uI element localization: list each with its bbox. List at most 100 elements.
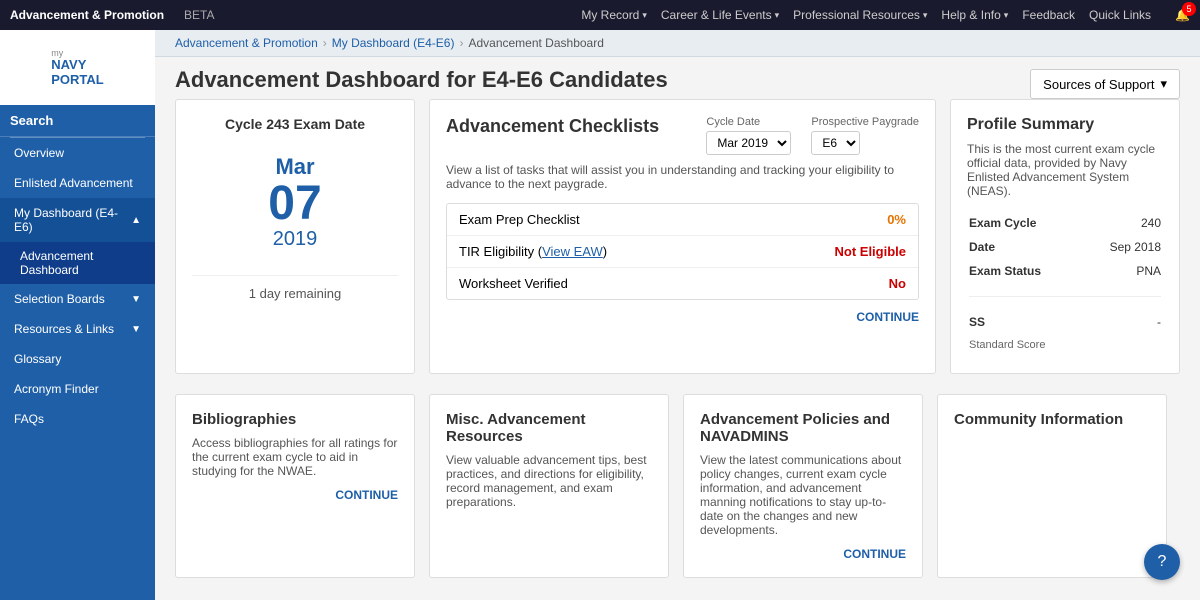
- checklist-row-exam-prep: Exam Prep Checklist 0%: [447, 204, 918, 236]
- breadcrumb-sep-2: ›: [459, 36, 463, 50]
- nav-page-title: Advancement & Promotion: [10, 8, 164, 22]
- cycle-date-title: Cycle 243 Exam Date: [192, 116, 398, 132]
- breadcrumb-dashboard[interactable]: My Dashboard (E4-E6): [332, 36, 455, 50]
- profile-row-standard-score: Standard Score: [969, 335, 1161, 355]
- nav-policies-title: Advancement Policies and NAVADMINS: [700, 411, 906, 445]
- profile-label-date: Date: [969, 236, 1083, 258]
- profile-row-ss: SS -: [969, 311, 1161, 333]
- misc-desc: View valuable advancement tips, best pra…: [446, 453, 652, 509]
- main-layout: my NAVYPORTAL Search Overview Enlisted A…: [0, 30, 1200, 600]
- checklists-title: Advancement Checklists: [446, 116, 659, 137]
- checklists-header: Advancement Checklists Cycle Date Mar 20…: [446, 116, 919, 155]
- breadcrumb: Advancement & Promotion › My Dashboard (…: [155, 30, 1200, 57]
- breadcrumb-sep-1: ›: [323, 36, 327, 50]
- float-action-button[interactable]: ?: [1144, 544, 1180, 580]
- sidebar-item-faqs[interactable]: FAQs: [0, 404, 155, 434]
- checklists-card: Advancement Checklists Cycle Date Mar 20…: [429, 99, 936, 374]
- breadcrumb-advancement[interactable]: Advancement & Promotion: [175, 36, 318, 50]
- nav-policies-card: Advancement Policies and NAVADMINS View …: [683, 394, 923, 578]
- nav-quick-links[interactable]: Quick Links: [1089, 8, 1151, 22]
- paygrade-label: Prospective Paygrade: [811, 116, 919, 128]
- profile-card: Profile Summary This is the most current…: [950, 99, 1180, 374]
- checklist-table: Exam Prep Checklist 0% TIR Eligibility (…: [446, 203, 919, 300]
- profile-row-exam-cycle: Exam Cycle 240: [969, 212, 1161, 234]
- paygrade-select[interactable]: E6: [811, 131, 860, 155]
- notification-count: 5: [1182, 2, 1196, 16]
- checklist-label-tir: TIR Eligibility (View EAW): [459, 244, 607, 259]
- sidebar-item-enlisted-advancement[interactable]: Enlisted Advancement: [0, 168, 155, 198]
- breadcrumb-current: Advancement Dashboard: [468, 36, 603, 50]
- nav-my-record[interactable]: My Record ▾: [581, 8, 647, 22]
- checklist-status-tir: Not Eligible: [835, 244, 907, 259]
- nav-feedback[interactable]: Feedback: [1022, 8, 1075, 22]
- sidebar-search-section: Search: [0, 105, 155, 137]
- sidebar-item-my-dashboard[interactable]: My Dashboard (E4-E6) ▲: [0, 198, 155, 242]
- sidebar-item-overview[interactable]: Overview: [0, 138, 155, 168]
- profile-label-exam-status: Exam Status: [969, 260, 1083, 282]
- profile-value-ss: -: [1085, 311, 1161, 333]
- nav-help-info[interactable]: Help & Info ▾: [941, 8, 1008, 22]
- cycle-date-card: Cycle 243 Exam Date Mar 07 2019 1 day re…: [175, 99, 415, 374]
- logo-navy-portal: NAVYPORTAL: [51, 58, 103, 87]
- misc-title: Misc. Advancement Resources: [446, 411, 652, 445]
- profile-desc: This is the most current exam cycle offi…: [967, 142, 1163, 198]
- top-navigation: Advancement & Promotion BETA My Record ▾…: [0, 0, 1200, 30]
- profile-value-exam-status: PNA: [1085, 260, 1161, 282]
- profile-title: Profile Summary: [967, 116, 1163, 134]
- chevron-down-icon: ▼: [131, 324, 141, 335]
- sidebar-logo: my NAVYPORTAL: [0, 30, 155, 105]
- cycle-date-year: 2019: [192, 228, 398, 251]
- profile-value-date: Sep 2018: [1085, 236, 1161, 258]
- sources-of-support-button[interactable]: Sources of Support ▾: [1030, 69, 1180, 99]
- question-icon: ?: [1158, 553, 1167, 571]
- notifications-bell[interactable]: 🔔 5: [1175, 8, 1190, 22]
- profile-row-date: Date Sep 2018: [969, 236, 1161, 258]
- nav-links: My Record ▾ Career & Life Events ▾ Profe…: [581, 8, 1190, 22]
- checklist-status-worksheet: No: [889, 276, 906, 291]
- sidebar-item-acronym-finder[interactable]: Acronym Finder: [0, 374, 155, 404]
- nav-career-life[interactable]: Career & Life Events ▾: [661, 8, 779, 22]
- beta-badge: BETA: [184, 8, 214, 22]
- view-eaw-link[interactable]: View EAW: [542, 244, 603, 259]
- community-title: Community Information: [954, 411, 1150, 428]
- nav-policies-desc: View the latest communications about pol…: [700, 453, 906, 537]
- sidebar-item-advancement-dashboard[interactable]: Advancement Dashboard: [0, 242, 155, 284]
- profile-label-ss: SS: [969, 311, 1083, 333]
- sidebar: my NAVYPORTAL Search Overview Enlisted A…: [0, 30, 155, 600]
- chevron-down-icon: ▼: [131, 294, 141, 305]
- chevron-down-icon: ▾: [923, 10, 928, 21]
- dashboard-top-grid: Cycle 243 Exam Date Mar 07 2019 1 day re…: [155, 99, 1200, 394]
- chevron-up-icon: ▲: [131, 215, 141, 226]
- profile-row-exam-status: Exam Status PNA: [969, 260, 1161, 282]
- sidebar-item-glossary[interactable]: Glossary: [0, 344, 155, 374]
- checklist-row-tir: TIR Eligibility (View EAW) Not Eligible: [447, 236, 918, 268]
- misc-resources-card: Misc. Advancement Resources View valuabl…: [429, 394, 669, 578]
- sidebar-item-selection-boards[interactable]: Selection Boards ▼: [0, 284, 155, 314]
- cycle-selectors: Cycle Date Mar 2019 Prospective Paygrade…: [706, 116, 919, 155]
- nav-professional-resources[interactable]: Professional Resources ▾: [793, 8, 927, 22]
- chevron-down-icon: ▾: [775, 10, 780, 21]
- chevron-down-icon: ▾: [1004, 10, 1009, 21]
- bibliographies-continue[interactable]: CONTINUE: [192, 488, 398, 502]
- cycle-date-selector: Cycle Date Mar 2019: [706, 116, 791, 155]
- checklists-continue[interactable]: CONTINUE: [446, 310, 919, 324]
- profile-label-standard-score: Standard Score: [969, 335, 1083, 355]
- community-card: Community Information: [937, 394, 1167, 578]
- bibliographies-card: Bibliographies Access bibliographies for…: [175, 394, 415, 578]
- checklist-row-worksheet: Worksheet Verified No: [447, 268, 918, 299]
- cycle-date-select[interactable]: Mar 2019: [706, 131, 791, 155]
- checklists-desc: View a list of tasks that will assist yo…: [446, 163, 919, 191]
- paygrade-selector: Prospective Paygrade E6: [811, 116, 919, 155]
- remaining-text: 1 day remaining: [192, 275, 398, 301]
- dashboard-bottom-grid: Bibliographies Access bibliographies for…: [155, 394, 1200, 598]
- chevron-down-icon: ▾: [642, 10, 647, 21]
- bibliographies-desc: Access bibliographies for all ratings fo…: [192, 436, 398, 478]
- checklist-label-exam-prep: Exam Prep Checklist: [459, 212, 580, 227]
- nav-policies-continue[interactable]: CONTINUE: [700, 547, 906, 561]
- cycle-date-day: 07: [192, 180, 398, 228]
- profile-table: Exam Cycle 240 Date Sep 2018 Exam Status…: [967, 210, 1163, 357]
- content-area: Advancement & Promotion › My Dashboard (…: [155, 30, 1200, 600]
- checklist-status-exam-prep: 0%: [887, 212, 906, 227]
- profile-label-exam-cycle: Exam Cycle: [969, 212, 1083, 234]
- sidebar-item-resources-links[interactable]: Resources & Links ▼: [0, 314, 155, 344]
